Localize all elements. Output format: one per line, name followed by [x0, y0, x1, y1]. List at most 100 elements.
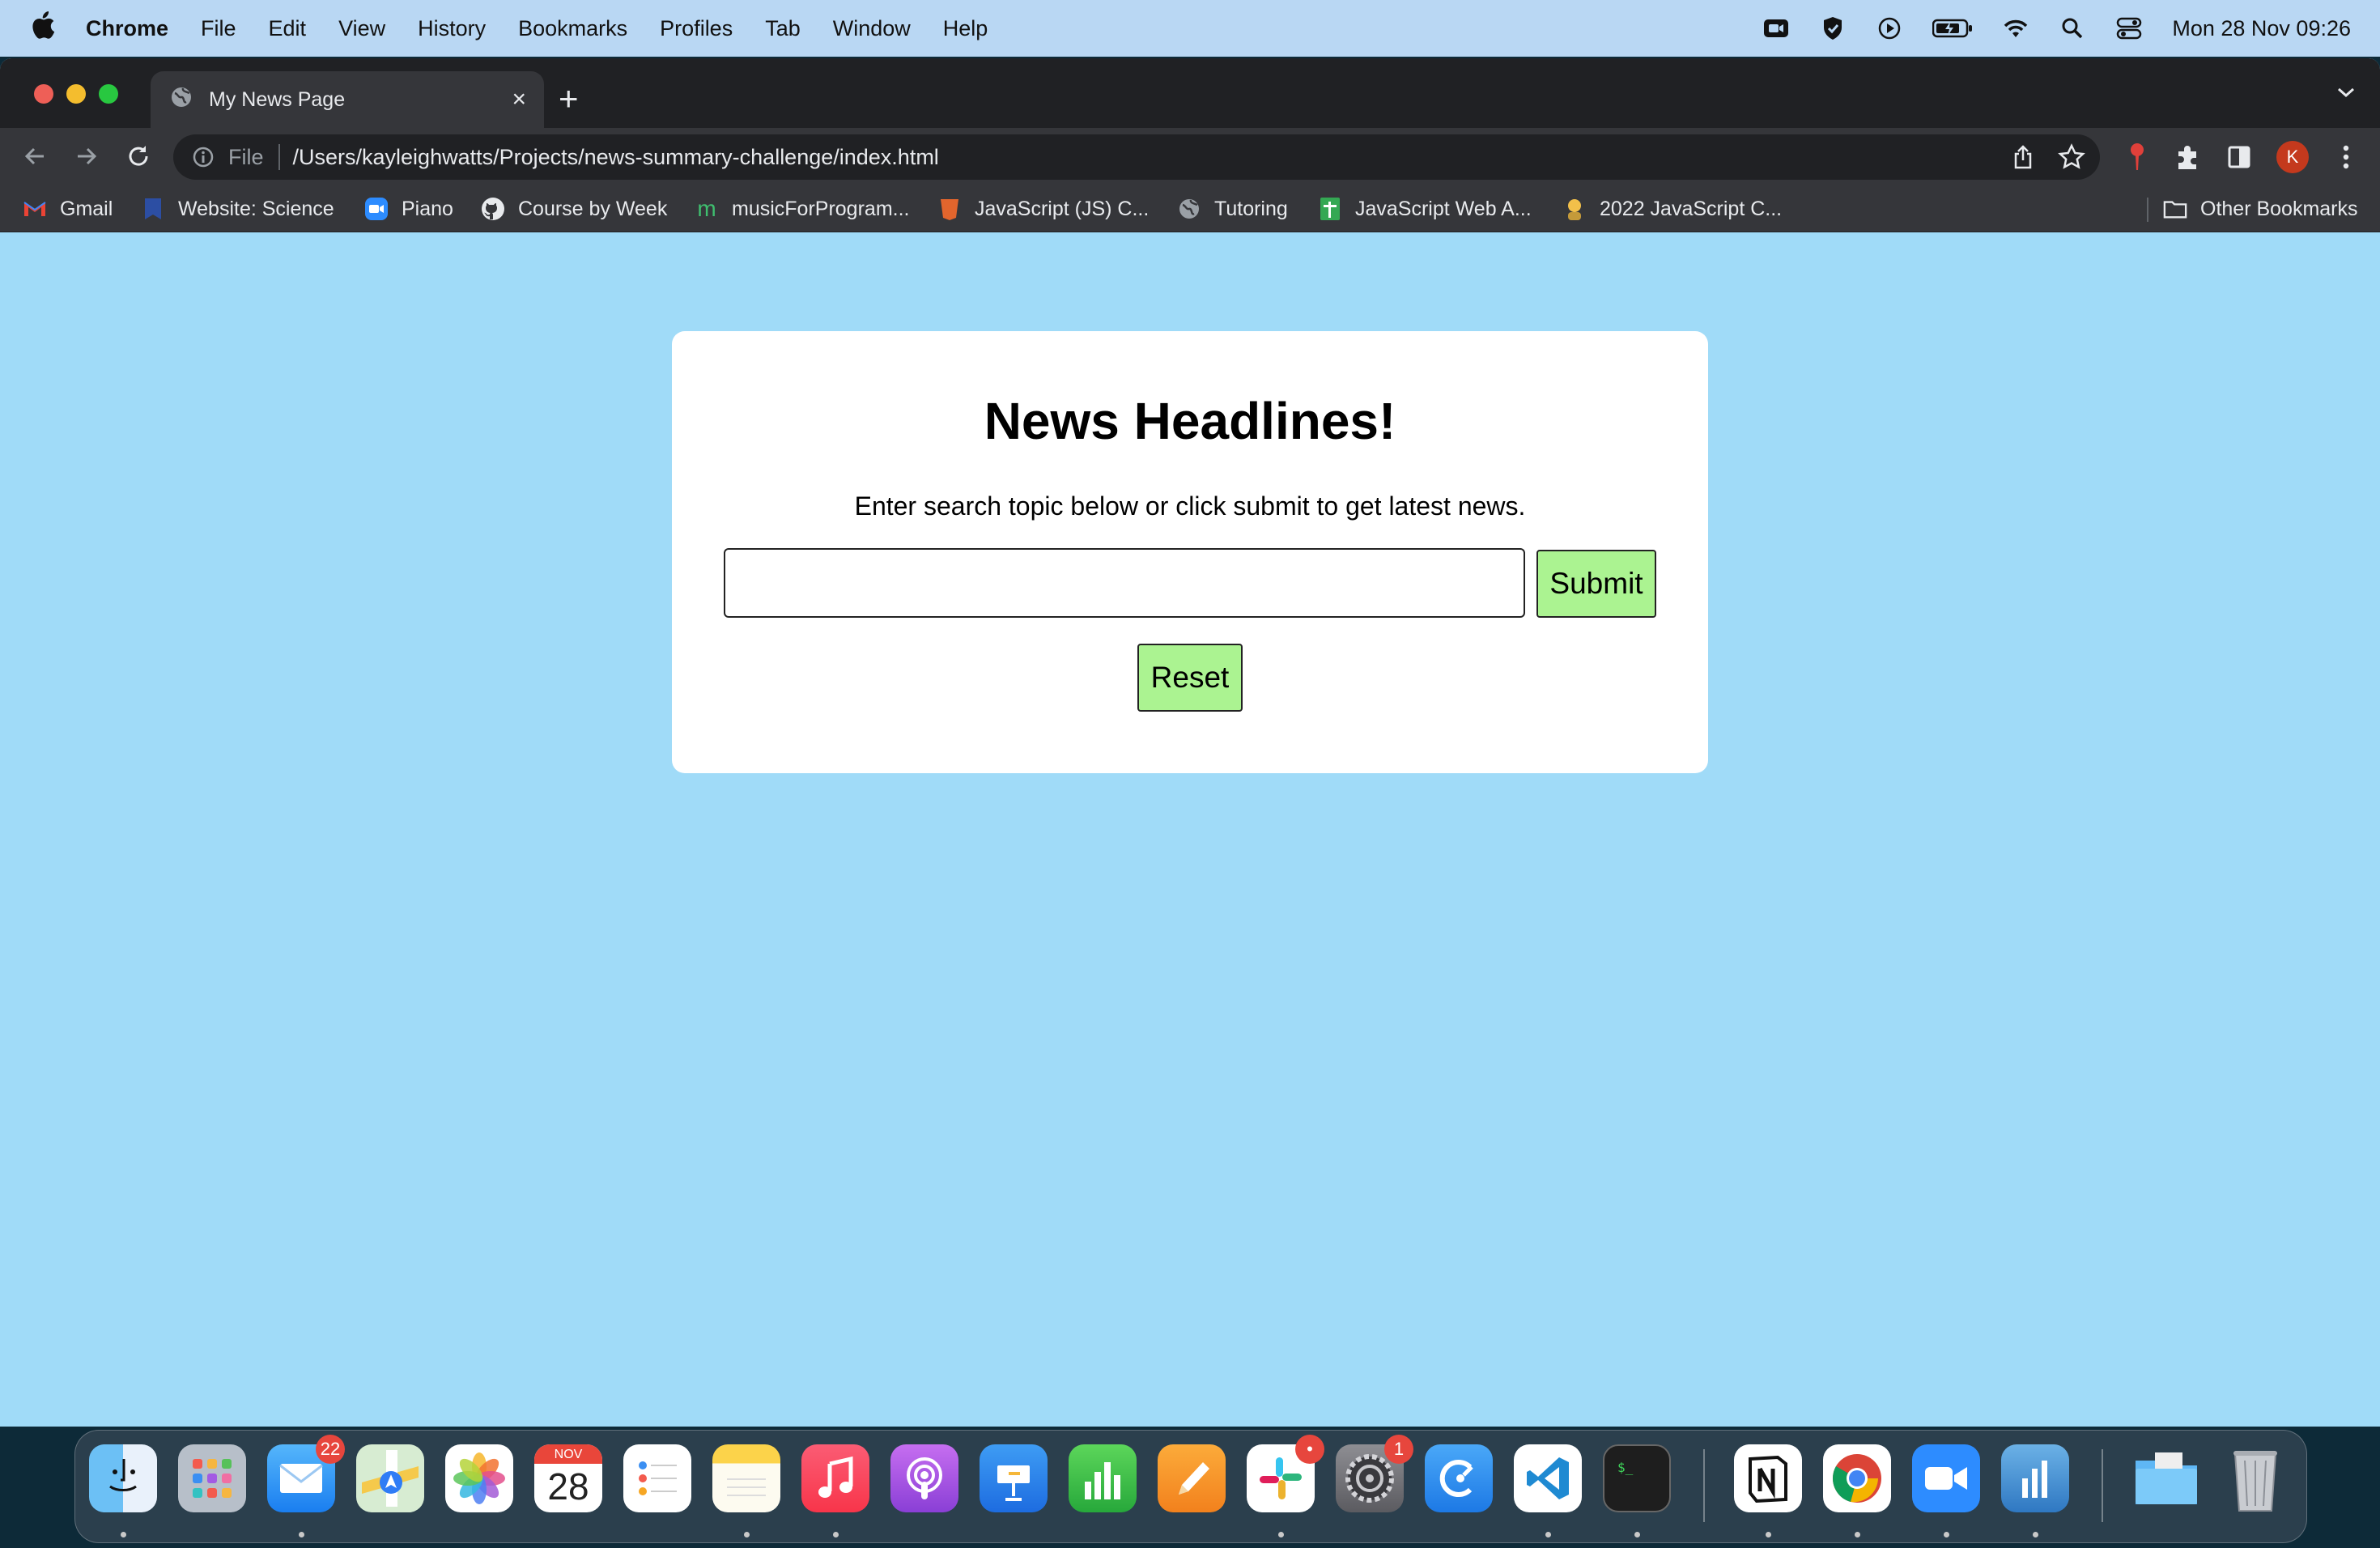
bookmarks-divider: [2147, 198, 2148, 222]
clockify-icon[interactable]: [1425, 1444, 1493, 1512]
instruments-icon[interactable]: [2001, 1444, 2069, 1512]
pages-icon[interactable]: [1158, 1444, 1226, 1512]
menu-app-name[interactable]: Chrome: [86, 16, 168, 41]
menu-edit[interactable]: Edit: [269, 16, 307, 41]
folder-icon[interactable]: [2132, 1444, 2200, 1512]
zoom-icon: [364, 197, 389, 221]
site-info-icon[interactable]: [191, 145, 215, 169]
spotlight-search-icon[interactable]: [2059, 16, 2086, 40]
control-center-icon[interactable]: [2115, 16, 2143, 40]
apple-menu-icon[interactable]: [31, 11, 58, 46]
minimize-window-button[interactable]: [66, 84, 86, 104]
bookmark-label: 2022 JavaScript C...: [1600, 197, 1783, 220]
google-chrome-icon[interactable]: [1823, 1444, 1891, 1512]
menubar-clock[interactable]: Mon 28 Nov 09:26: [2172, 16, 2351, 41]
slack-icon[interactable]: •: [1247, 1435, 1324, 1512]
address-bar[interactable]: File /Users/kayleighwatts/Projects/news-…: [173, 134, 2100, 180]
extension-pin-icon[interactable]: [2121, 141, 2153, 173]
bookmark-musicforprogramming[interactable]: m musicForProgram...: [695, 186, 909, 232]
battery-icon[interactable]: [1932, 16, 1973, 40]
zoom-icon[interactable]: [1912, 1444, 1980, 1512]
bookmark-gmail[interactable]: Gmail: [23, 186, 113, 232]
menu-file[interactable]: File: [201, 16, 236, 41]
bookmark-javascript-web-apps[interactable]: JavaScript Web A...: [1318, 186, 1532, 232]
menu-view[interactable]: View: [338, 16, 385, 41]
menu-history[interactable]: History: [418, 16, 486, 41]
shield-icon[interactable]: [1819, 16, 1847, 40]
side-panel-icon[interactable]: [2223, 141, 2255, 173]
running-indicator: [1278, 1532, 1284, 1537]
reload-icon[interactable]: [125, 142, 154, 172]
close-window-button[interactable]: [34, 84, 53, 104]
menu-help[interactable]: Help: [943, 16, 988, 41]
running-indicator: [833, 1532, 839, 1537]
more-menu-icon[interactable]: [2330, 141, 2362, 173]
menu-window[interactable]: Window: [833, 16, 911, 41]
news-card: News Headlines! Enter search topic below…: [672, 331, 1708, 773]
svg-text:$_: $_: [1617, 1460, 1634, 1475]
address-url[interactable]: /Users/kayleighwatts/Projects/news-summa…: [293, 145, 939, 170]
bookmark-label: Course by Week: [518, 197, 668, 220]
menu-tab[interactable]: Tab: [765, 16, 801, 41]
new-tab-plus-icon[interactable]: +: [559, 82, 579, 116]
trash-icon[interactable]: [2221, 1444, 2289, 1512]
bookmark-tutoring[interactable]: Tutoring: [1177, 186, 1288, 232]
wifi-icon[interactable]: [2002, 16, 2029, 40]
mail-icon[interactable]: 22: [267, 1435, 345, 1512]
browser-toolbar: File /Users/kayleighwatts/Projects/news-…: [0, 128, 2380, 186]
macos-menu-bar: Chrome File Edit View History Bookmarks …: [0, 0, 2380, 57]
running-indicator: [744, 1532, 750, 1537]
maximize-window-button[interactable]: [99, 84, 118, 104]
bookmark-label: Website: Science: [178, 197, 334, 220]
other-bookmarks-label: Other Bookmarks: [2200, 197, 2358, 220]
calendar-icon[interactable]: NOV 28: [534, 1444, 602, 1512]
bookmark-course-by-week[interactable]: Course by Week: [481, 186, 667, 232]
page-viewport: News Headlines! Enter search topic below…: [0, 232, 2380, 1427]
tab-strip: My News Page × +: [0, 58, 2380, 128]
reset-button[interactable]: Reset: [1137, 644, 1243, 712]
photos-icon[interactable]: [445, 1444, 513, 1512]
extensions-puzzle-icon[interactable]: [2171, 141, 2204, 173]
shield-icon: [937, 197, 962, 221]
bookmark-star-icon[interactable]: [2058, 143, 2085, 176]
zoom-status-icon[interactable]: [1762, 16, 1790, 40]
submit-button[interactable]: Submit: [1536, 550, 1656, 618]
notion-icon[interactable]: [1734, 1444, 1802, 1512]
other-bookmarks[interactable]: Other Bookmarks: [2163, 186, 2358, 232]
forward-arrow-icon[interactable]: [73, 142, 102, 172]
back-arrow-icon[interactable]: [21, 142, 50, 172]
menu-profiles[interactable]: Profiles: [660, 16, 733, 41]
play-icon[interactable]: [1876, 16, 1903, 40]
bookmark-icon: [141, 197, 165, 221]
running-indicator: [1634, 1532, 1640, 1537]
terminal-icon[interactable]: $_: [1603, 1444, 1671, 1512]
system-preferences-icon[interactable]: 1: [1336, 1435, 1413, 1512]
globe-icon: [170, 86, 193, 114]
dock-divider: [2102, 1449, 2103, 1522]
bookmark-website-science[interactable]: Website: Science: [141, 186, 334, 232]
music-icon[interactable]: [801, 1444, 869, 1512]
maps-icon[interactable]: [356, 1444, 424, 1512]
finder-icon[interactable]: [89, 1444, 157, 1512]
profile-avatar[interactable]: K: [2276, 141, 2309, 173]
reminders-icon[interactable]: [623, 1444, 691, 1512]
podcasts-icon[interactable]: [890, 1444, 958, 1512]
menu-bookmarks[interactable]: Bookmarks: [518, 16, 627, 41]
tab-my-news-page[interactable]: My News Page ×: [151, 71, 544, 128]
bookmark-2022-javascript-course[interactable]: 2022 JavaScript C...: [1562, 186, 1782, 232]
share-icon[interactable]: [2011, 144, 2035, 176]
gmail-icon: [23, 197, 47, 221]
bookmark-piano[interactable]: Piano: [364, 186, 453, 232]
sheets-icon: [1318, 197, 1342, 221]
running-indicator: [1766, 1532, 1771, 1537]
address-divider: [278, 144, 280, 170]
close-tab-icon[interactable]: ×: [512, 87, 526, 112]
search-input[interactable]: [724, 548, 1525, 618]
vscode-icon[interactable]: [1514, 1444, 1582, 1512]
notes-icon[interactable]: [712, 1444, 780, 1512]
tab-search-chevron-icon[interactable]: [2336, 86, 2356, 103]
bookmark-javascript-js-course[interactable]: JavaScript (JS) C...: [937, 186, 1149, 232]
launchpad-icon[interactable]: [178, 1444, 246, 1512]
keynote-icon[interactable]: [980, 1444, 1048, 1512]
numbers-icon[interactable]: [1069, 1444, 1137, 1512]
